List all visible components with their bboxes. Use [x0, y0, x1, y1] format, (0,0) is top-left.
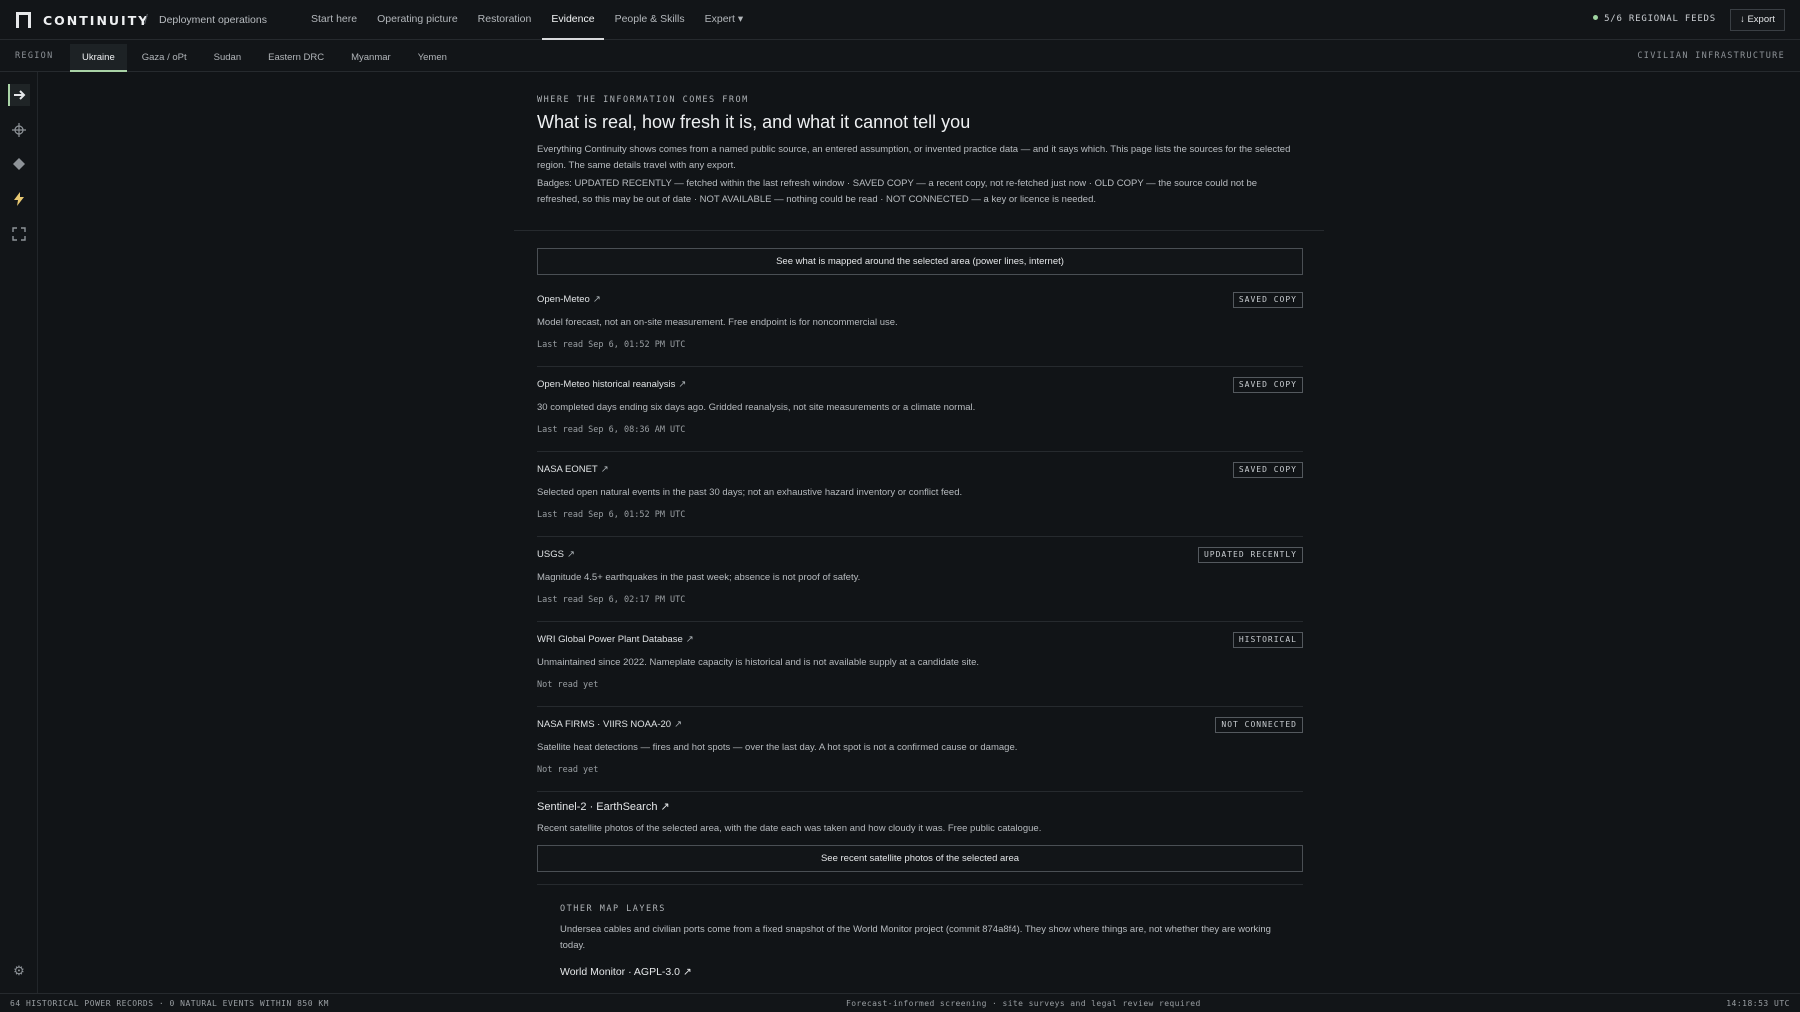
source-row: Open-Meteo ↗ Model forecast, not an on-si… — [537, 282, 1303, 367]
source-name[interactable]: Open-Meteo historical reanalysis — [537, 379, 675, 390]
nav-evidence[interactable]: Evidence — [542, 0, 604, 40]
region-tab-eastern-drc[interactable]: Eastern DRC — [256, 44, 336, 72]
source-description: 30 completed days ending six days ago. G… — [537, 402, 976, 413]
regional-feeds-label: 5/6 REGIONAL FEEDS — [1604, 14, 1716, 24]
breadcrumb-separator: / — [144, 11, 148, 27]
source-link[interactable]: Open-Meteo ↗ — [537, 294, 601, 305]
other-layers-description: Undersea cables and civilian ports come … — [560, 924, 1271, 951]
satellite-photos-button[interactable]: See recent satellite photos of the selec… — [537, 845, 1303, 872]
nav-people-skills[interactable]: People & Skills — [606, 0, 694, 40]
gear-icon[interactable]: ⚙ — [10, 963, 28, 981]
world-monitor-label[interactable]: World Monitor · AGPL-3.0 — [560, 966, 680, 978]
nav-restoration[interactable]: Restoration — [469, 0, 541, 40]
external-link-icon[interactable]: ↗ — [683, 966, 692, 978]
external-link-icon[interactable]: ↗ — [601, 464, 609, 475]
status-badge: UPDATED RECENTLY — [1197, 547, 1303, 563]
logo-icon[interactable] — [16, 12, 31, 28]
source-last-read: Last read Sep 6, 02:17 PM UTC — [537, 595, 686, 605]
region-tab-gaza[interactable]: Gaza / oPt — [130, 44, 199, 72]
breadcrumb[interactable]: Deployment operations — [159, 14, 267, 26]
source-last-read: Not read yet — [537, 765, 599, 775]
source-description: Selected open natural events in the past… — [537, 487, 963, 498]
source-last-read: Last read Sep 6, 01:52 PM UTC — [537, 510, 686, 520]
source-name[interactable]: WRI Global Power Plant Database — [537, 634, 683, 645]
source-row: WRI Global Power Plant Database ↗ Unmaint… — [537, 622, 1303, 707]
sentinel-name[interactable]: Sentinel-2 · EarthSearch — [537, 801, 657, 813]
intro-text: Everything Continuity shows comes from a… — [537, 144, 1291, 171]
status-clock: 14:18:53 UTC — [1726, 999, 1790, 1008]
app-brand[interactable]: CONTINUITY — [43, 13, 149, 28]
external-link-icon[interactable]: ↗ — [674, 719, 682, 730]
top-bar: CONTINUITY / Deployment operations Start… — [0, 0, 1800, 40]
external-link-icon[interactable]: ↗ — [678, 379, 686, 390]
civilian-infrastructure-label: CIVILIAN INFRASTRUCTURE — [1637, 51, 1785, 61]
nav-start-here[interactable]: Start here — [302, 0, 366, 40]
region-bar: REGION Ukraine Gaza / oPt Sudan Eastern … — [0, 40, 1800, 72]
section-kicker: WHERE THE INFORMATION COMES FROM — [537, 95, 749, 105]
section-divider — [537, 884, 1303, 885]
diamond-icon[interactable] — [8, 153, 30, 175]
source-row: NASA FIRMS · VIIRS NOAA-20 ↗ Satellite he… — [537, 707, 1303, 792]
region-tabs: Ukraine Gaza / oPt Sudan Eastern DRC Mya… — [70, 44, 462, 72]
status-badge: SAVED COPY — [1232, 462, 1303, 478]
page-title: What is real, how fresh it is, and what … — [537, 112, 971, 132]
lightning-icon[interactable] — [8, 188, 30, 210]
other-layers-kicker: OTHER MAP LAYERS — [560, 904, 666, 914]
sentinel-description: Recent satellite photos of the selected … — [537, 823, 1042, 834]
external-link-icon[interactable]: ↗ — [593, 294, 601, 305]
source-link[interactable]: USGS ↗ — [537, 549, 575, 560]
source-last-read: Not read yet — [537, 680, 599, 690]
source-name[interactable]: NASA FIRMS · VIIRS NOAA-20 — [537, 719, 671, 730]
region-tab-sudan[interactable]: Sudan — [202, 44, 253, 72]
status-badge: SAVED COPY — [1232, 292, 1303, 308]
external-link-icon[interactable]: ↗ — [567, 549, 575, 560]
expand-icon[interactable] — [8, 223, 30, 245]
source-name[interactable]: USGS — [537, 549, 564, 560]
external-link-icon[interactable]: ↗ — [661, 801, 670, 813]
status-dot-icon — [1593, 15, 1599, 20]
source-description: Model forecast, not an on-site measureme… — [537, 317, 898, 328]
source-description: Satellite heat detections — fires and ho… — [537, 742, 1018, 753]
status-badge: SAVED COPY — [1232, 377, 1303, 393]
status-badge: HISTORICAL — [1232, 632, 1303, 648]
region-tab-ukraine[interactable]: Ukraine — [70, 44, 127, 72]
external-link-icon[interactable]: ↗ — [686, 634, 694, 645]
badges-legend: Badges: UPDATED RECENTLY — fetched withi… — [537, 178, 1258, 205]
status-badge: NOT CONNECTED — [1215, 717, 1303, 733]
regional-feeds-status: 5/6 REGIONAL FEEDS — [1593, 14, 1716, 24]
source-description: Magnitude 4.5+ earthquakes in the past w… — [537, 572, 861, 583]
source-link[interactable]: WRI Global Power Plant Database ↗ — [537, 634, 694, 645]
export-button[interactable]: ↓ Export — [1730, 9, 1785, 31]
nav-expert-dropdown[interactable]: Expert ▾ — [696, 0, 753, 40]
status-disclaimer: Forecast-informed screening · site surve… — [846, 999, 1201, 1008]
section-divider — [514, 230, 1324, 231]
source-row: NASA EONET ↗ Selected open natural events… — [537, 452, 1303, 537]
region-tab-yemen[interactable]: Yemen — [406, 44, 459, 72]
source-row: Open-Meteo historical reanalysis ↗ 30 com… — [537, 367, 1303, 452]
status-records: 64 HISTORICAL POWER RECORDS · 0 NATURAL … — [10, 999, 329, 1008]
evidence-panel: WHERE THE INFORMATION COMES FROM What is… — [514, 72, 1324, 993]
source-last-read: Last read Sep 6, 08:36 AM UTC — [537, 425, 686, 435]
region-label: REGION — [15, 51, 54, 61]
world-monitor-link[interactable]: World Monitor · AGPL-3.0 ↗ — [560, 966, 692, 978]
source-description: Unmaintained since 2022. Nameplate capac… — [537, 657, 980, 668]
source-last-read: Last read Sep 6, 01:52 PM UTC — [537, 340, 686, 350]
sentinel-link[interactable]: Sentinel-2 · EarthSearch ↗ — [537, 800, 670, 813]
main-nav: Start here Operating picture Restoration… — [302, 0, 754, 40]
source-link[interactable]: Open-Meteo historical reanalysis ↗ — [537, 379, 686, 390]
source-name[interactable]: NASA EONET — [537, 464, 598, 475]
source-link[interactable]: NASA FIRMS · VIIRS NOAA-20 ↗ — [537, 719, 682, 730]
arrow-right-icon[interactable] — [8, 84, 30, 106]
source-name[interactable]: Open-Meteo — [537, 294, 590, 305]
status-bar: 64 HISTORICAL POWER RECORDS · 0 NATURAL … — [0, 993, 1800, 1012]
source-link[interactable]: NASA EONET ↗ — [537, 464, 609, 475]
source-row: USGS ↗ Magnitude 4.5+ earthquakes in the … — [537, 537, 1303, 622]
region-tab-myanmar[interactable]: Myanmar — [339, 44, 403, 72]
left-rail — [0, 72, 38, 993]
map-around-area-button[interactable]: See what is mapped around the selected a… — [537, 248, 1303, 275]
crosshair-icon[interactable] — [8, 119, 30, 141]
nav-operating-picture[interactable]: Operating picture — [368, 0, 467, 40]
